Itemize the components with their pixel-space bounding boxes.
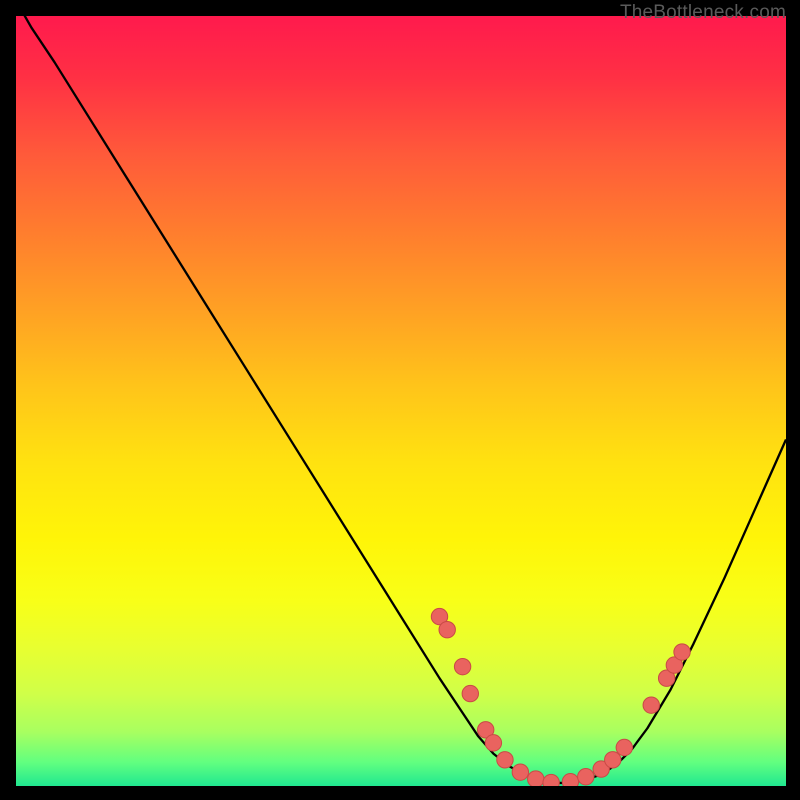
data-marker xyxy=(578,769,594,785)
data-marker xyxy=(562,774,578,786)
data-marker xyxy=(462,685,478,701)
data-marker xyxy=(605,752,621,768)
data-marker xyxy=(543,774,559,786)
data-marker xyxy=(454,658,470,674)
data-marker xyxy=(643,697,659,713)
chart-svg xyxy=(16,16,786,786)
data-marker xyxy=(512,764,528,780)
watermark-label: TheBottleneck.com xyxy=(620,2,786,24)
chart-frame: TheBottleneck.com xyxy=(16,16,786,786)
data-marker xyxy=(485,735,501,751)
data-marker xyxy=(674,644,690,660)
data-marker xyxy=(528,771,544,786)
data-markers xyxy=(431,608,690,786)
data-marker xyxy=(439,621,455,637)
data-marker xyxy=(497,752,513,768)
data-marker xyxy=(616,739,632,755)
